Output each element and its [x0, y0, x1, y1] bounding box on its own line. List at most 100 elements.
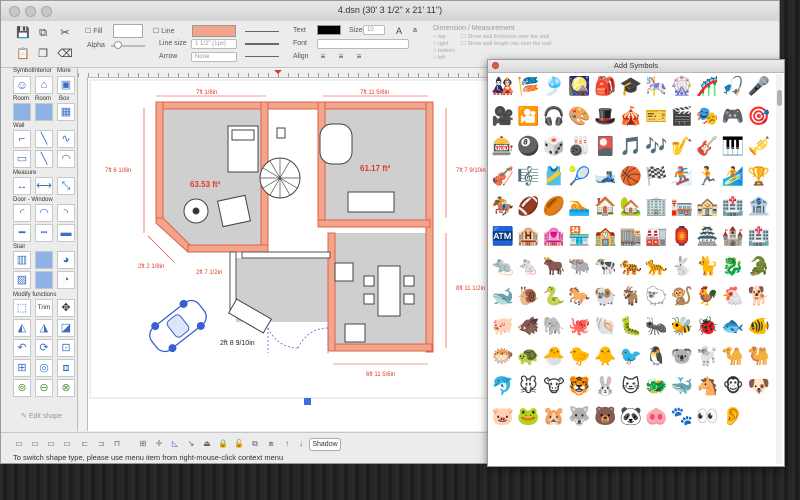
- crosshair-icon[interactable]: ✛: [153, 438, 165, 449]
- symbol-item[interactable]: 🐀: [490, 252, 516, 282]
- symbol-item[interactable]: 🐦: [618, 342, 644, 372]
- symbol-item[interactable]: 🏨: [516, 222, 542, 252]
- symbol-item[interactable]: 🐎: [567, 282, 593, 312]
- symbol-item[interactable]: 🐚: [592, 312, 618, 342]
- line-style-preview[interactable]: [245, 31, 279, 32]
- stair-spiral-tool[interactable]: ◕: [57, 251, 75, 269]
- symbol-item[interactable]: 🐠: [746, 312, 772, 342]
- symbol-item[interactable]: 🏤: [695, 192, 721, 222]
- stair-u-tool[interactable]: [35, 271, 53, 289]
- layer-front-icon[interactable]: ▭: [45, 438, 57, 449]
- align-left-icon[interactable]: ≡: [315, 49, 331, 65]
- align-1-icon[interactable]: ⊏: [79, 438, 91, 449]
- unlock-icon[interactable]: 🔓: [233, 438, 245, 449]
- shadow-button[interactable]: Shadow: [309, 438, 341, 451]
- move-icon[interactable]: ✥: [57, 299, 75, 317]
- room-poly-tool[interactable]: [35, 103, 53, 121]
- interior-tab[interactable]: Interior: [33, 68, 52, 74]
- font-select[interactable]: [317, 39, 409, 49]
- save-icon[interactable]: 💾: [15, 25, 31, 41]
- symbol-item[interactable]: 🐘: [541, 312, 567, 342]
- symbol-item[interactable]: 🎑: [567, 72, 593, 102]
- symbol-item[interactable]: 🐈: [695, 252, 721, 282]
- stamp-icon[interactable]: ⏏: [201, 438, 213, 449]
- copy-icon[interactable]: ⧉: [35, 25, 51, 41]
- show-wall-length-check[interactable]: ☐ Show wall length into over the wall: [461, 41, 552, 47]
- symbol-item[interactable]: 🏫: [592, 222, 618, 252]
- bed-pillow[interactable]: [231, 129, 255, 141]
- symbol-item[interactable]: 🏥: [746, 222, 772, 252]
- symbol-item[interactable]: 🐪: [720, 342, 746, 372]
- symbol-item[interactable]: 🐃: [567, 252, 593, 282]
- symbol-item[interactable]: 🏰: [720, 222, 746, 252]
- stair-straight-tool[interactable]: ▥: [13, 251, 31, 269]
- symbol-item[interactable]: 🐻: [592, 402, 618, 432]
- symbol-item[interactable]: 🐛: [618, 312, 644, 342]
- align-center-icon[interactable]: ≡: [333, 49, 349, 65]
- symbol-item[interactable]: 🎡: [669, 72, 695, 102]
- symbol-item[interactable]: 🏩: [541, 222, 567, 252]
- symbol-item[interactable]: 🎯: [746, 102, 772, 132]
- symbol-item[interactable]: 🏧: [490, 222, 516, 252]
- panel-scrollbar[interactable]: [776, 74, 782, 464]
- subtract-icon[interactable]: ⊖: [35, 379, 53, 397]
- stair-block-tool[interactable]: [35, 251, 53, 269]
- symbol-item[interactable]: 👀: [695, 402, 721, 432]
- symbol-item[interactable]: 🐡: [490, 342, 516, 372]
- symbol-item[interactable]: 🏠: [592, 192, 618, 222]
- duplicate-icon[interactable]: ❐: [35, 46, 51, 62]
- symbol-item[interactable]: 🎪: [618, 102, 644, 132]
- line-size-select[interactable]: 1 1/2" (1px): [191, 39, 237, 49]
- text-color-well[interactable]: [317, 25, 341, 35]
- symbol-item[interactable]: 🏉: [541, 192, 567, 222]
- symbol-item[interactable]: 🎺: [746, 132, 772, 162]
- symbol-item[interactable]: 🐒: [669, 282, 695, 312]
- symbol-item[interactable]: 🏪: [567, 222, 593, 252]
- stair-round-tool[interactable]: ◔: [57, 271, 75, 289]
- wall-mid-h[interactable]: [317, 219, 431, 228]
- symbol-item[interactable]: 🏬: [618, 222, 644, 252]
- chair-1[interactable]: [363, 275, 375, 287]
- measure-diag-tool[interactable]: ⤡: [57, 177, 75, 195]
- symbol-item[interactable]: 👂: [720, 402, 746, 432]
- symbol-item[interactable]: 🐌: [516, 282, 542, 312]
- fill-color-well[interactable]: [113, 24, 143, 38]
- floor-plan[interactable]: 7ft 1/8in 7ft 11 5/8in 7ft 6 1/8in 7ft 7…: [78, 68, 490, 431]
- symbol-item[interactable]: 🐺: [567, 402, 593, 432]
- symbol-item[interactable]: 🎤: [746, 72, 772, 102]
- symbol-item[interactable]: 🎶: [644, 132, 670, 162]
- symbol-item[interactable]: 🎷: [669, 132, 695, 162]
- stove[interactable]: [334, 262, 354, 282]
- symbol-item[interactable]: 🐝: [669, 312, 695, 342]
- symbol-tab[interactable]: Symbol: [13, 68, 33, 74]
- symbol-item[interactable]: 🐹: [541, 402, 567, 432]
- grid-array-icon[interactable]: ⊞: [13, 359, 31, 377]
- wall-top-right[interactable]: [260, 101, 432, 110]
- align-2-icon[interactable]: ⊐: [95, 438, 107, 449]
- delete-icon[interactable]: ⌫: [57, 46, 73, 62]
- smiley-symbol-icon[interactable]: ☺: [13, 76, 31, 94]
- hall-wall[interactable]: [241, 251, 331, 259]
- symbol-item[interactable]: 🏃: [695, 162, 721, 192]
- window3-tool[interactable]: ▬: [57, 224, 75, 242]
- stair-l-tool[interactable]: ▨: [13, 271, 31, 289]
- symbol-item[interactable]: 🎩: [592, 102, 618, 132]
- symbol-item[interactable]: 🐜: [644, 312, 670, 342]
- line-width-preview[interactable]: [245, 43, 279, 45]
- alpha-slider-knob[interactable]: [114, 41, 122, 49]
- symbol-item[interactable]: 🐰: [592, 372, 618, 402]
- symbol-item[interactable]: 🎼: [516, 162, 542, 192]
- symbol-item[interactable]: 🎧: [541, 102, 567, 132]
- line-checkbox[interactable]: ☐ Line: [153, 27, 174, 35]
- font-size-up-icon[interactable]: A: [391, 23, 407, 39]
- layer-up-icon[interactable]: ▭: [13, 438, 25, 449]
- symbol-item[interactable]: 🏆: [746, 162, 772, 192]
- lock-icon[interactable]: 🔒: [217, 438, 229, 449]
- symbol-item[interactable]: 🎦: [516, 102, 542, 132]
- symbol-item[interactable]: 🐴: [695, 372, 721, 402]
- layer-back-icon[interactable]: ▭: [61, 438, 73, 449]
- fill-checkbox[interactable]: ☐ Fill: [85, 27, 102, 35]
- intersect-icon[interactable]: ⊗: [57, 379, 75, 397]
- symbol-item[interactable]: 🐮: [541, 372, 567, 402]
- chair-3[interactable]: [403, 275, 415, 287]
